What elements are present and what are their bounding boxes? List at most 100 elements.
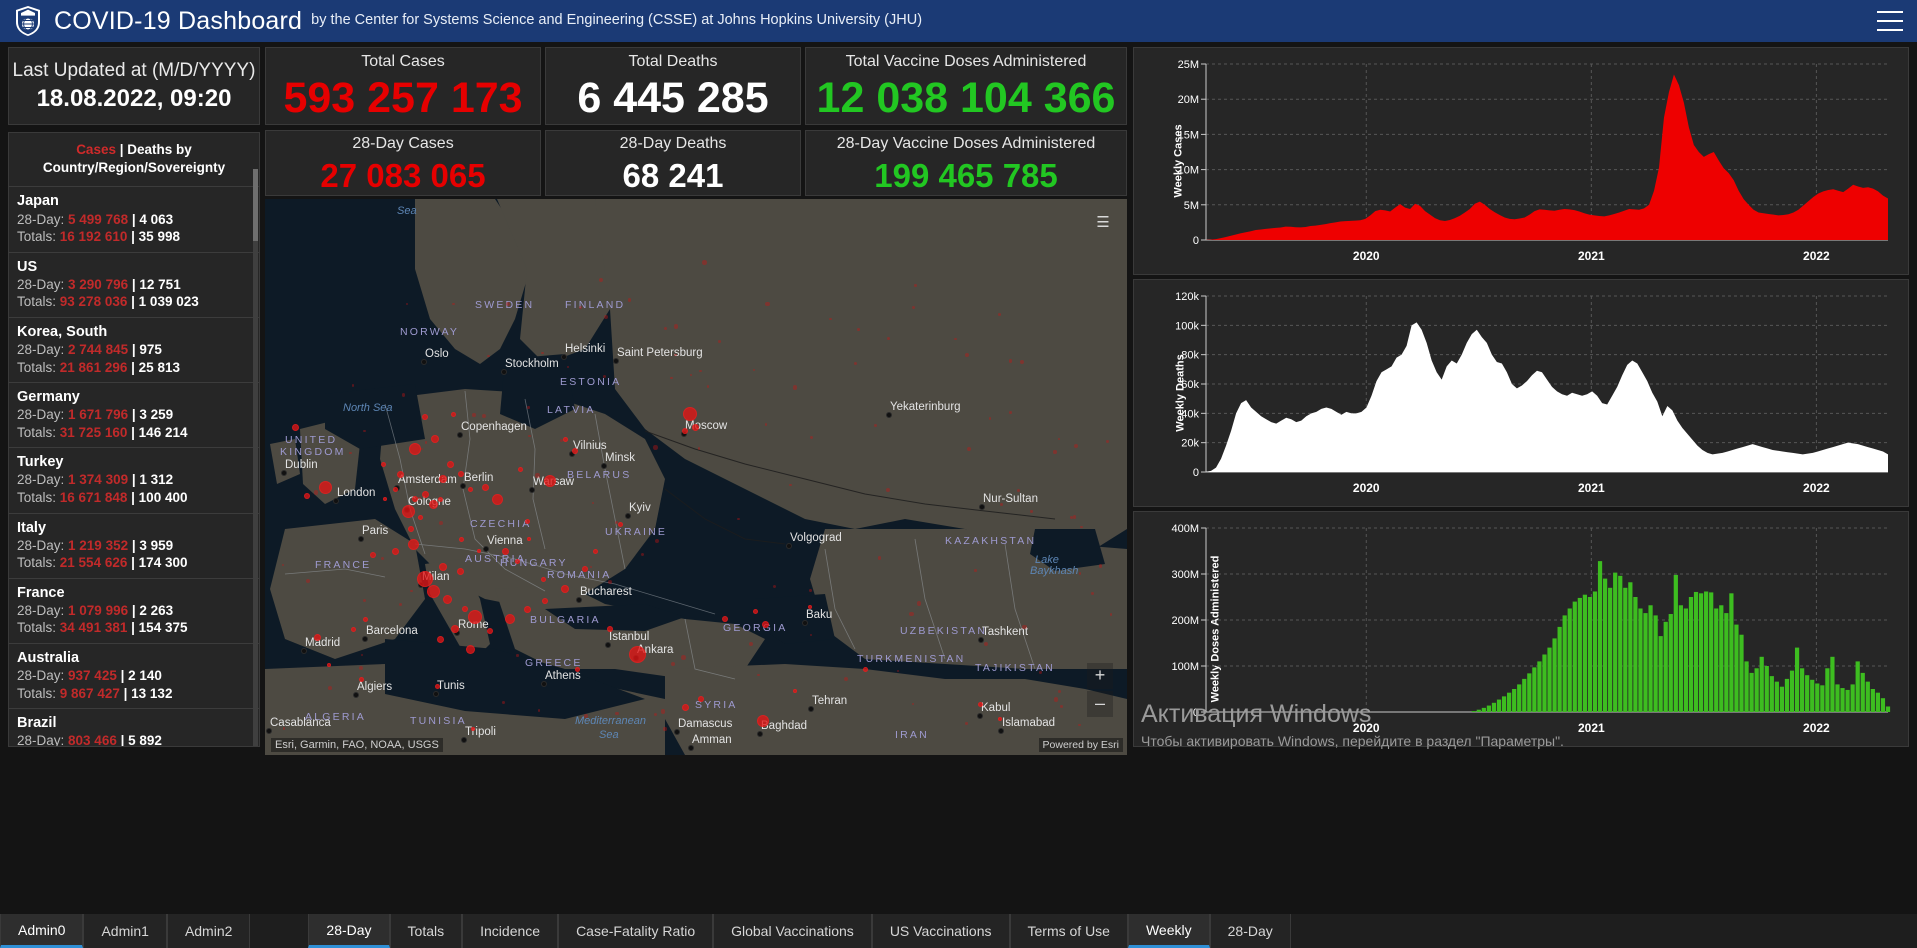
map-case-marker[interactable] [683,407,697,421]
map-case-marker[interactable] [501,547,509,555]
map-case-marker[interactable] [380,461,386,467]
tab-admin0[interactable]: Admin0 [0,914,84,948]
map-case-marker[interactable] [426,584,440,598]
map-case-marker[interactable] [574,666,580,672]
map-case-marker[interactable] [808,605,812,609]
map-case-marker[interactable] [291,423,299,431]
map-case-marker[interactable] [350,626,356,632]
country-list-row[interactable]: Turkey 28-Day: 1 374 309 | 1 312 Totals: 1… [9,447,259,512]
map-case-marker[interactable] [407,538,419,550]
map-case-marker[interactable] [582,566,588,572]
map-case-marker[interactable] [458,471,464,477]
map-case-marker[interactable] [752,608,758,614]
map-case-marker[interactable] [757,715,769,727]
map-case-marker[interactable] [527,537,531,541]
tab-incidence[interactable]: Incidence [462,914,559,948]
map-case-marker[interactable] [487,628,493,634]
tab-28-day[interactable]: 28-Day [1209,914,1291,948]
map-case-marker[interactable] [542,598,548,604]
tab-us-vaccinations[interactable]: US Vaccinations [871,914,1010,948]
map-case-marker[interactable] [517,466,523,472]
tab-totals[interactable]: Totals [389,914,463,948]
tab-admin1[interactable]: Admin1 [83,914,167,948]
country-list-row[interactable]: Italy 28-Day: 1 219 352 | 3 959 Totals: 21… [9,512,259,578]
map-case-marker[interactable] [681,703,689,711]
map-case-marker[interactable] [617,521,623,527]
map-case-marker[interactable] [761,620,769,628]
map-case-marker[interactable] [462,606,468,612]
map-case-marker[interactable] [318,480,332,494]
map-case-marker[interactable] [439,475,447,483]
map-case-marker[interactable] [977,701,983,707]
country-list-scrollbar-track[interactable] [253,169,258,746]
map-case-marker[interactable] [471,727,475,731]
country-list-row[interactable]: Brazil28-Day: 803 466 | 5 892Totals: 34 … [9,708,259,746]
map-zoom-controls[interactable]: + – [1087,663,1113,717]
map-case-marker[interactable] [562,436,568,442]
tab-terms-of-use[interactable]: Terms of Use [1009,914,1128,948]
map-case-marker[interactable] [370,552,376,558]
tab-admin2[interactable]: Admin2 [166,914,251,948]
map-case-marker[interactable] [561,585,569,593]
map-case-marker[interactable] [458,536,464,542]
map-case-marker[interactable] [505,614,515,624]
country-list-row[interactable]: Japan 28-Day: 5 499 768 | 4 063 Totals: 16… [9,186,259,251]
map-case-marker[interactable] [698,696,704,702]
map-case-marker[interactable] [481,483,489,491]
map-case-marker[interactable] [450,411,456,417]
map-case-marker[interactable] [383,497,387,501]
map-zoom-out-button[interactable]: – [1087,691,1113,717]
map-case-marker[interactable] [313,633,321,641]
country-list-panel[interactable]: Cases | Deaths by Country/Region/Soverei… [8,132,260,747]
map-case-marker[interactable] [722,616,728,622]
map-case-marker[interactable] [412,496,418,502]
covid-map[interactable]: SWEDEN FINLAND NORWAY ESTONIA LATVIA BELARUS U… [265,199,1127,755]
country-list-scrollbar-thumb[interactable] [253,169,258,241]
map-case-marker[interactable] [392,486,398,492]
map-case-marker[interactable] [998,717,1002,721]
map-case-marker[interactable] [401,504,415,518]
map-case-marker[interactable] [358,676,364,682]
map-case-marker[interactable] [514,558,520,564]
map-case-marker[interactable] [691,423,699,431]
map-case-marker[interactable] [628,645,646,663]
country-list-row[interactable]: France 28-Day: 1 079 996 | 2 263 Totals: 3… [9,577,259,643]
map-legend-icon[interactable]: ☰ [1093,213,1113,233]
map-case-marker[interactable] [477,549,481,553]
map-case-marker[interactable] [446,460,454,468]
map-case-marker[interactable] [439,563,447,571]
map-case-marker[interactable] [436,635,444,643]
map-case-marker[interactable] [467,486,473,492]
country-list-row[interactable]: US 28-Day: 3 290 796 | 12 751 Totals: 93 2… [9,251,259,317]
map-case-marker[interactable] [396,470,404,478]
country-list-row[interactable]: Germany 28-Day: 1 671 796 | 3 259 Totals: … [9,382,259,447]
map-case-marker[interactable] [428,499,438,509]
tab-28-day[interactable]: 28-Day [308,914,390,948]
map-case-marker[interactable] [408,526,414,532]
map-case-marker[interactable] [421,490,429,498]
map-case-marker[interactable] [682,428,688,434]
map-case-marker[interactable] [572,448,578,454]
country-list-row[interactable]: Korea, South 28-Day: 2 744 845 | 975 Total… [9,316,259,382]
map-case-marker[interactable] [442,594,452,604]
map-case-marker[interactable] [544,475,556,487]
map-case-marker[interactable] [456,567,464,575]
map-case-marker[interactable] [327,663,331,667]
map-case-marker[interactable] [592,548,598,554]
map-case-marker[interactable] [524,518,530,524]
map-case-marker[interactable] [422,414,428,420]
map-case-marker[interactable] [409,443,421,455]
map-case-marker[interactable] [431,435,439,443]
map-case-marker[interactable] [468,610,482,624]
map-case-marker[interactable] [465,644,475,654]
map-case-marker[interactable] [434,683,440,689]
map-case-marker[interactable] [491,493,503,505]
country-list-row[interactable]: Australia 28-Day: 937 425 | 2 140 Totals: … [9,642,259,708]
map-case-marker[interactable] [862,666,868,672]
map-case-marker[interactable] [391,547,399,555]
tab-weekly[interactable]: Weekly [1127,914,1210,948]
map-case-marker[interactable] [437,496,443,502]
map-case-marker[interactable] [793,689,797,693]
map-zoom-in-button[interactable]: + [1087,663,1113,689]
map-case-marker[interactable] [451,625,459,633]
